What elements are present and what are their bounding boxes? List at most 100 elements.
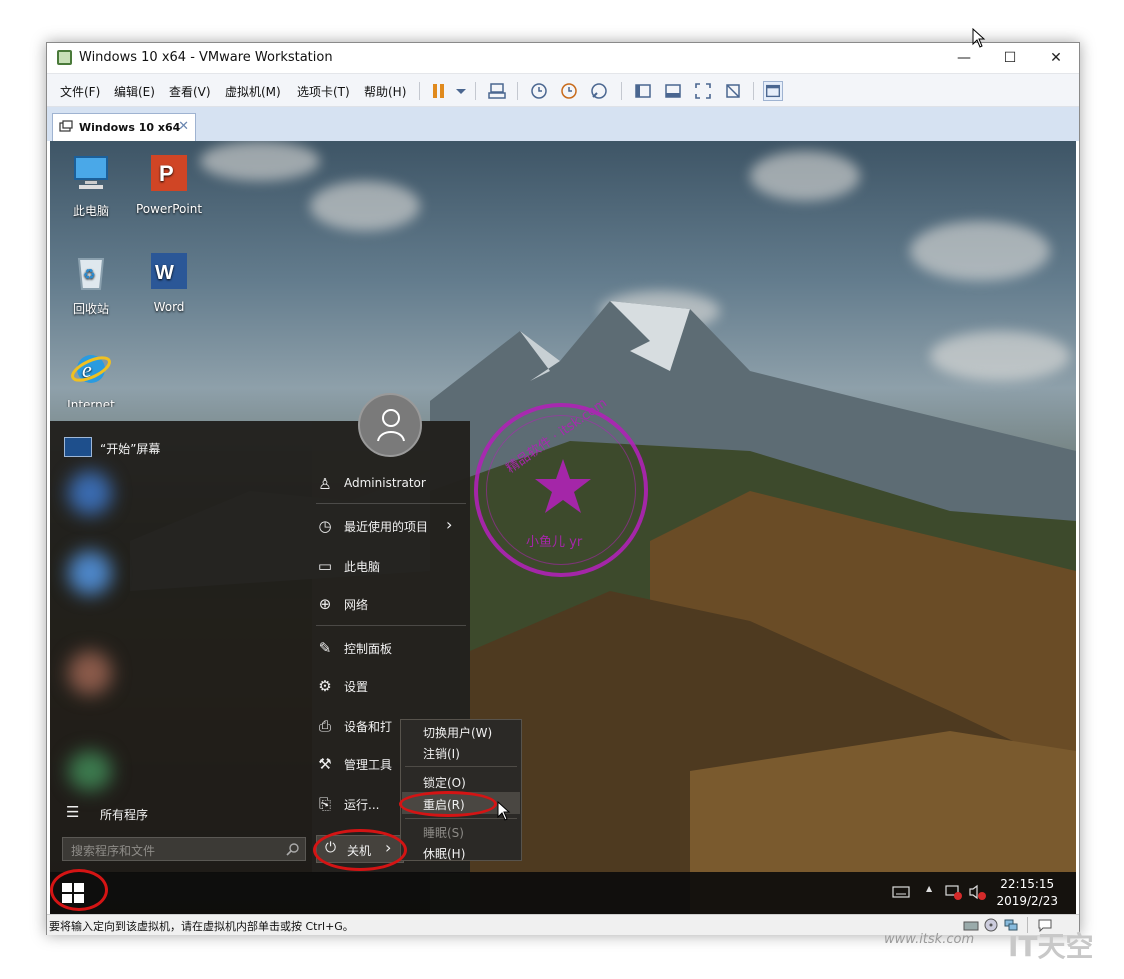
vmware-app-icon: [57, 50, 72, 65]
search-input[interactable]: 搜索程序和文件: [62, 837, 306, 861]
power-context-menu: 切换用户(W) 注销(I) 锁定(O) 重启(R) 睡眠(S) 休眠(H): [400, 719, 522, 861]
menu-vm[interactable]: 虚拟机(M): [225, 83, 281, 100]
menu-toolbar: 文件(F) 编辑(E) 查看(V) 虚拟机(M) 选项卡(T) 帮助(H): [47, 73, 1079, 107]
taskbar: ▲ 22:15:15 2019/2/23: [50, 872, 1076, 914]
gear-icon: ⚙: [318, 677, 332, 695]
start-screen-icon: [64, 437, 92, 457]
tab-close-icon[interactable]: ✕: [178, 119, 189, 134]
start-screen-link[interactable]: “开始”屏幕: [100, 440, 160, 457]
revert-snapshot-icon[interactable]: [559, 81, 579, 101]
wallpaper-cloud: [750, 151, 860, 201]
tray-overflow-icon[interactable]: ▲: [926, 884, 932, 893]
host-mouse-cursor-icon: [972, 28, 986, 48]
keyboard-icon[interactable]: [892, 886, 910, 898]
watermark-logo: IT天空: [1008, 930, 1094, 963]
start-item-administrator[interactable]: ♙ Administrator: [316, 469, 466, 499]
start-item-this-pc[interactable]: ▭ 此电脑: [316, 551, 466, 581]
admin-tools-icon: ⚒: [318, 755, 332, 773]
user-folder-icon: ♙: [318, 475, 332, 493]
show-library-icon[interactable]: [633, 81, 653, 101]
clock-date: 2019/2/23: [996, 894, 1058, 908]
vmware-window: Windows 10 x64 - VMware Workstation — ☐ …: [46, 42, 1080, 935]
annotation-circle-start: [50, 869, 108, 911]
svg-text:♻: ♻: [83, 267, 96, 283]
menu-item-switch-user[interactable]: 切换用户(W): [423, 724, 492, 741]
start-item-recent[interactable]: ◷ 最近使用的项目 ›: [316, 511, 466, 541]
toolbar-separator: [753, 82, 754, 100]
toolbar-separator: [419, 82, 420, 100]
list-icon: ☰: [66, 803, 80, 821]
menu-view[interactable]: 查看(V): [169, 83, 211, 100]
close-button[interactable]: ✕: [1033, 43, 1079, 73]
start-item-settings[interactable]: ⚙ 设置: [316, 671, 466, 701]
menu-divider: [316, 503, 466, 504]
start-item-control-panel[interactable]: ✎ 控制面板: [316, 633, 466, 663]
watermark-url: www.itsk.com: [884, 932, 975, 947]
toolbar-separator: [621, 82, 622, 100]
console-view-icon[interactable]: [763, 81, 783, 101]
title-bar: Windows 10 x64 - VMware Workstation — ☐ …: [47, 43, 1079, 73]
desktop-icon-label: Word: [153, 300, 185, 314]
menu-divider: [405, 766, 517, 767]
snapshot-icon[interactable]: [529, 81, 549, 101]
user-avatar[interactable]: [358, 393, 422, 457]
svg-text:P: P: [159, 161, 174, 186]
vm-screen[interactable]: 此电脑 P PowerPoint ♻ 回收站 W Word e Internet…: [50, 141, 1076, 914]
all-programs-button[interactable]: ☰ 所有程序: [64, 803, 264, 825]
recycle-bin-icon: ♻: [77, 258, 105, 290]
hard-disk-icon[interactable]: [963, 918, 979, 932]
dropdown-arrow-icon[interactable]: [451, 81, 471, 101]
computer-icon: [74, 156, 108, 189]
snapshot-manager-icon[interactable]: [589, 81, 609, 101]
desktop-icon-word[interactable]: W Word: [134, 249, 204, 314]
user-icon: [377, 409, 405, 442]
globe-icon: ⊕: [318, 595, 332, 613]
menu-tabs[interactable]: 选项卡(T): [297, 83, 350, 100]
annotation-circle-restart: [399, 791, 497, 817]
menu-item-hibernate[interactable]: 休眠(H): [423, 845, 465, 862]
fullscreen-icon[interactable]: [693, 81, 713, 101]
window-title: Windows 10 x64 - VMware Workstation: [79, 50, 333, 65]
volume-muted-icon[interactable]: [968, 884, 986, 900]
wallpaper-cloud: [200, 141, 320, 181]
internet-explorer-icon: e: [71, 355, 111, 383]
desktop-icon-label: PowerPoint: [135, 202, 203, 216]
status-message: 要将输入定向到该虚拟机，请在虚拟机内部单击或按 Ctrl+G。: [49, 920, 354, 933]
desktop-icon-recycle-bin[interactable]: ♻ 回收站: [56, 249, 126, 317]
send-keys-icon[interactable]: [487, 81, 507, 101]
menu-file[interactable]: 文件(F): [60, 83, 100, 100]
network-disconnected-icon[interactable]: [944, 884, 962, 900]
desktop-icon-this-pc[interactable]: 此电脑: [56, 151, 126, 219]
wallpaper-cloud: [910, 221, 1050, 281]
purple-seal-stamp: 精品软件 · itsk.com 小鱼儿 yr: [474, 396, 648, 577]
cd-rom-icon[interactable]: [983, 918, 999, 932]
printer-icon: ⎙: [318, 717, 331, 735]
wrench-icon: ✎: [318, 639, 332, 657]
menu-divider: [316, 625, 466, 626]
chevron-right-icon: ›: [446, 515, 453, 534]
system-clock[interactable]: 22:15:15 2019/2/23: [996, 876, 1058, 910]
menu-edit[interactable]: 编辑(E): [114, 83, 155, 100]
menu-item-sign-out[interactable]: 注销(I): [423, 745, 460, 762]
toolbar-separator: [475, 82, 476, 100]
powerpoint-icon: P: [151, 155, 187, 191]
clock-time: 22:15:15: [1000, 877, 1055, 891]
all-programs-label: 所有程序: [100, 808, 149, 822]
monitor-icon: ▭: [317, 557, 333, 575]
search-icon: [286, 843, 299, 856]
menu-item-lock[interactable]: 锁定(O): [423, 774, 466, 791]
start-item-network[interactable]: ⊕ 网络: [316, 589, 466, 619]
desktop-icon-powerpoint[interactable]: P PowerPoint: [134, 151, 204, 216]
desktop-icon-label: 回收站: [72, 302, 109, 316]
pause-icon[interactable]: [429, 81, 449, 101]
stamp-bottom-text: 小鱼儿 yr: [526, 535, 583, 550]
tab-windows10[interactable]: Windows 10 x64 ✕: [52, 113, 196, 141]
desktop-icon-ie[interactable]: e Internet Explorer: [56, 347, 126, 407]
blurred-program: [68, 651, 112, 695]
thumbnail-bar-icon[interactable]: [663, 81, 683, 101]
blurred-program: [68, 751, 112, 791]
desktop-icon-label: 此电脑: [72, 204, 109, 218]
unity-icon[interactable]: [723, 81, 743, 101]
menu-help[interactable]: 帮助(H): [364, 83, 406, 100]
maximize-button[interactable]: ☐: [987, 43, 1033, 73]
